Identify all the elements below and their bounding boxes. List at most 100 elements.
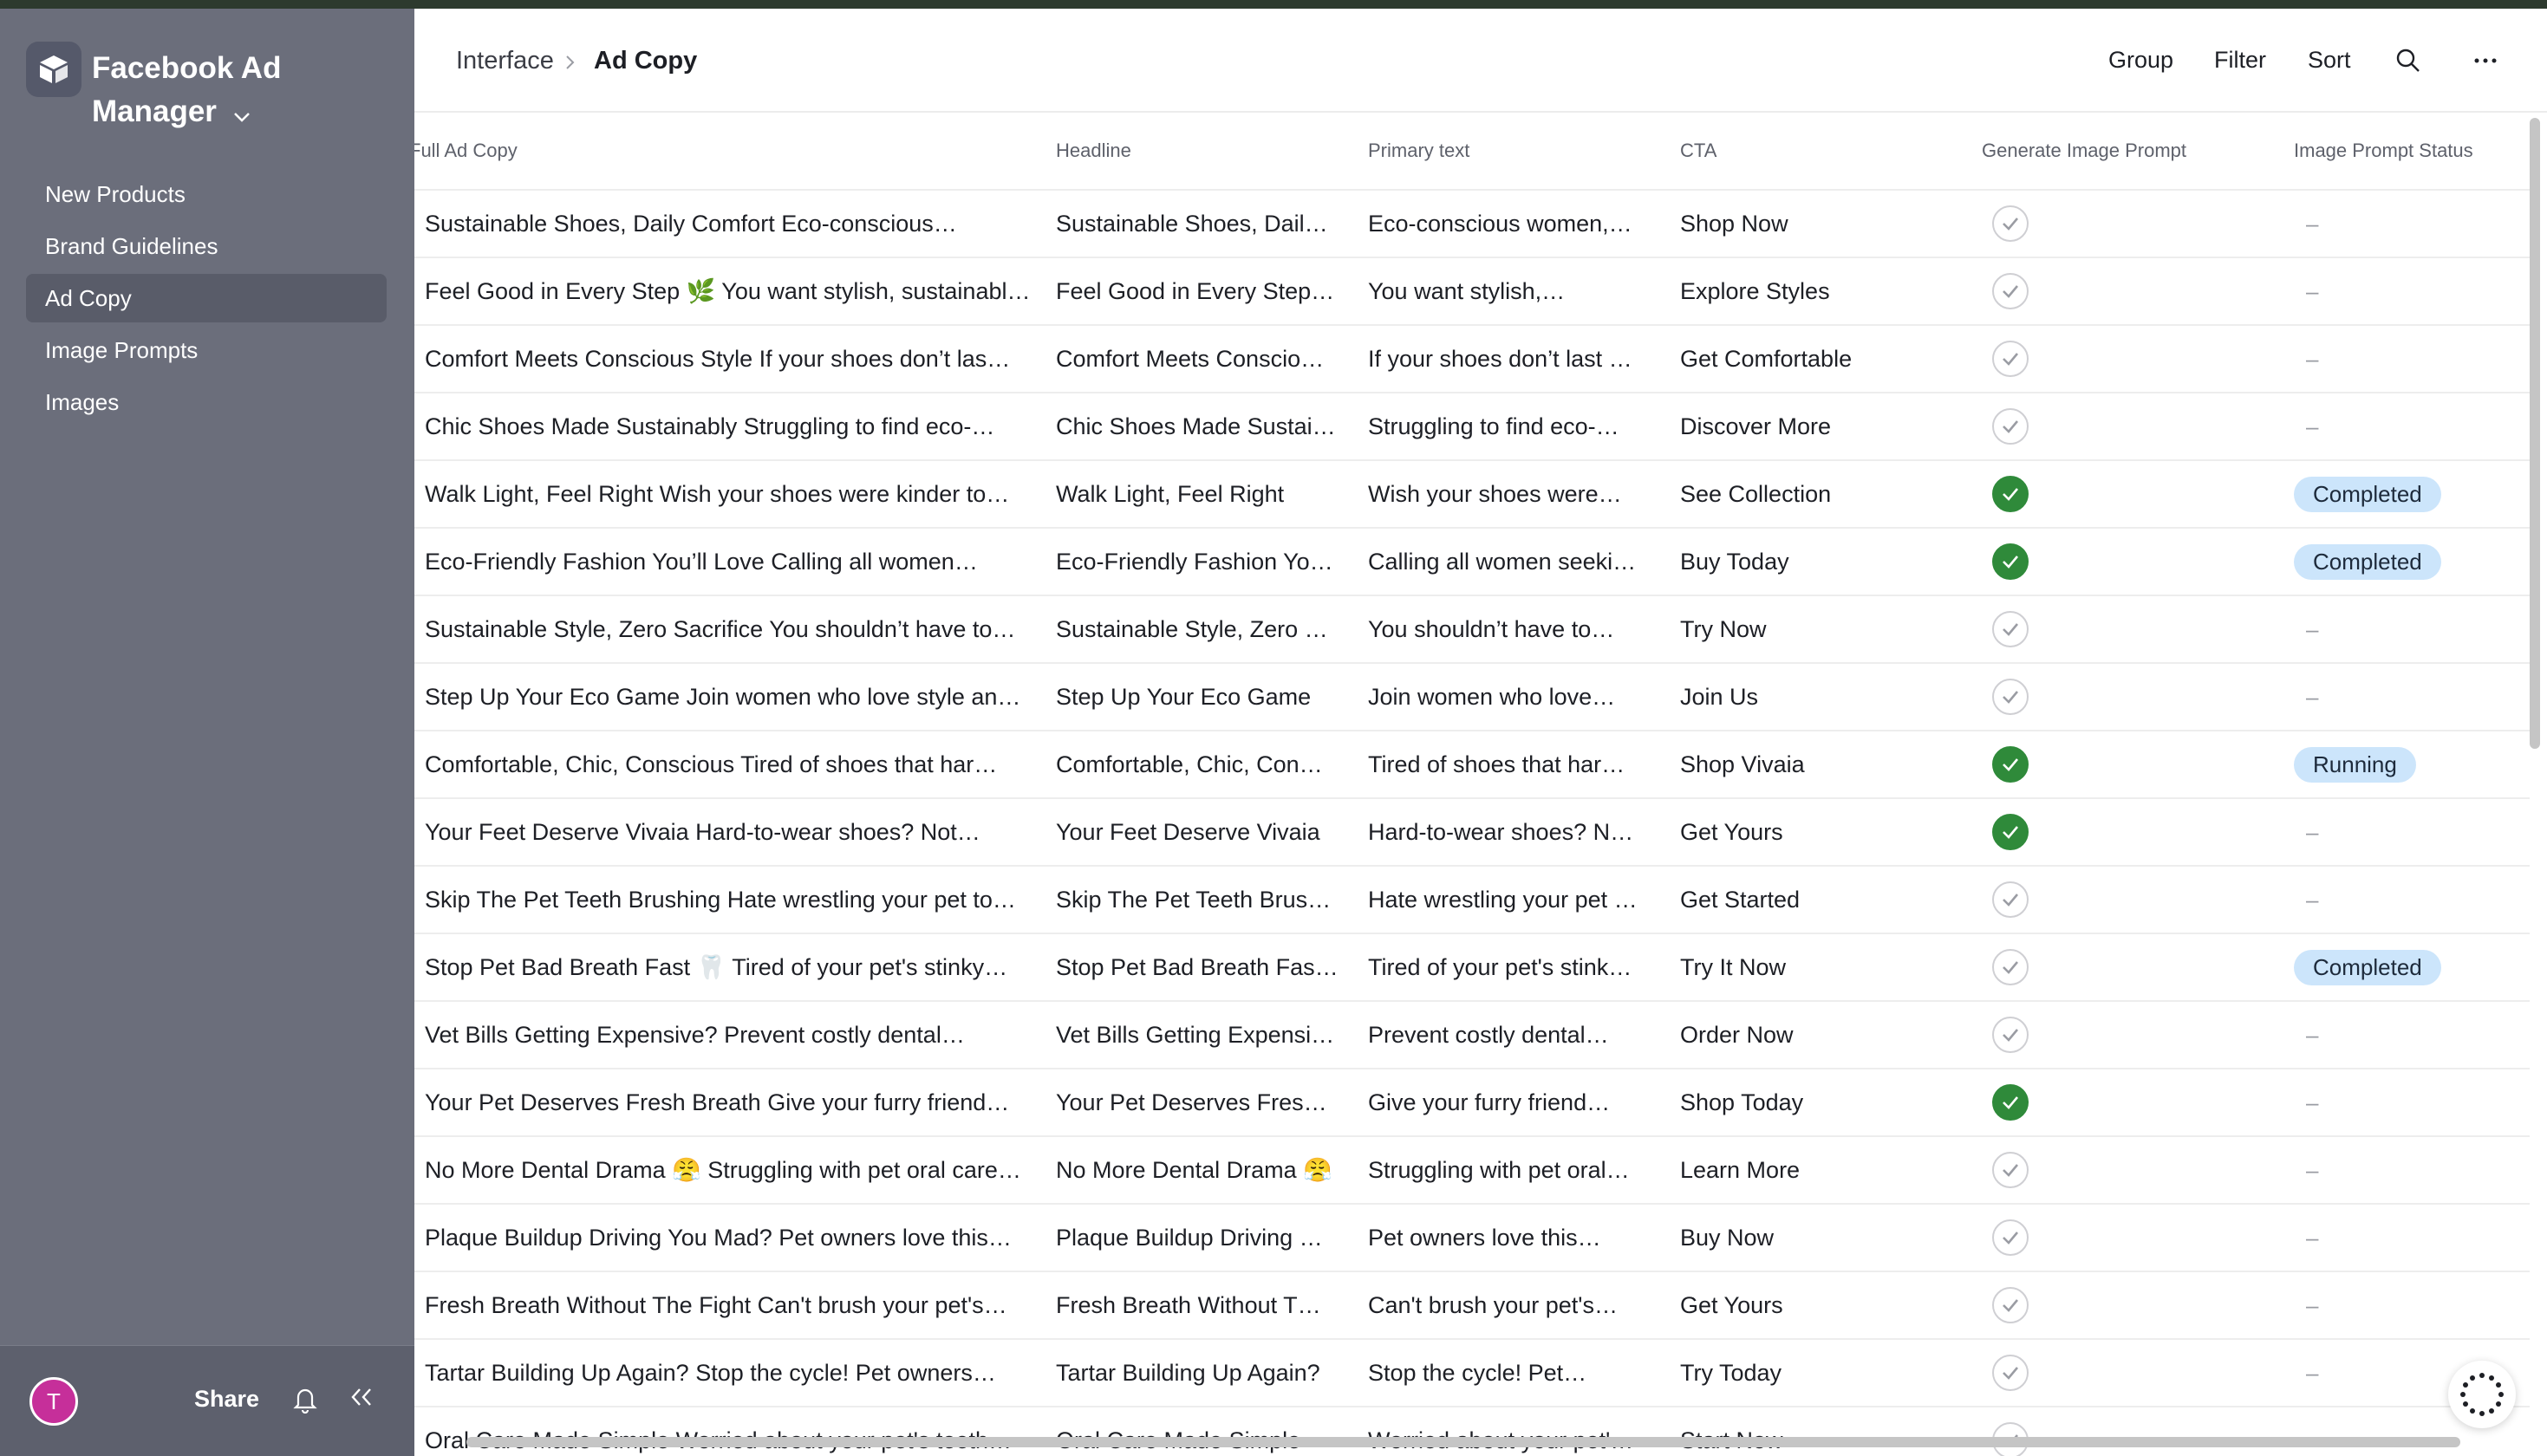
table-row[interactable]: Comfortable, Chic, Conscious Tired of sh… (414, 731, 2530, 799)
table-row[interactable]: Comfort Meets Conscious Style If your sh… (414, 326, 2530, 393)
base-logo-icon[interactable] (26, 42, 81, 97)
sort-button[interactable]: Sort (2308, 47, 2351, 74)
cell-headline[interactable]: No More Dental Drama 😤 (1056, 1137, 1356, 1203)
cell-image-prompt-status[interactable]: Completed (2294, 461, 2537, 527)
check-icon[interactable] (1992, 1017, 2029, 1053)
table-row[interactable]: Sustainable Shoes, Daily Comfort Eco-con… (414, 191, 2530, 258)
column-header-full-ad-copy[interactable]: Full Ad Copy (414, 113, 1021, 189)
cell-primary-text[interactable]: Give your furry friend… (1368, 1069, 1671, 1135)
table-row[interactable]: No More Dental Drama 😤 Struggling with p… (414, 1137, 2530, 1205)
cell-primary-text[interactable]: Hate wrestling your pet … (1368, 867, 1671, 933)
cell-image-prompt-status[interactable]: Completed (2294, 934, 2537, 1000)
cell-image-prompt-status[interactable]: – (2294, 1205, 2537, 1271)
cell-image-prompt-status[interactable]: – (2294, 1137, 2537, 1203)
check-icon[interactable] (1992, 476, 2029, 512)
cell-full-ad-copy[interactable]: Sustainable Shoes, Daily Comfort Eco-con… (425, 191, 1037, 257)
cell-full-ad-copy[interactable]: Vet Bills Getting Expensive? Prevent cos… (425, 1002, 1037, 1068)
cell-full-ad-copy[interactable]: No More Dental Drama 😤 Struggling with p… (425, 1137, 1037, 1203)
cell-full-ad-copy[interactable]: Feel Good in Every Step 🌿 You want styli… (425, 258, 1037, 324)
check-icon[interactable] (1992, 746, 2029, 783)
check-icon[interactable] (1992, 881, 2029, 918)
cell-full-ad-copy[interactable]: Chic Shoes Made Sustainably Struggling t… (425, 393, 1037, 459)
cell-full-ad-copy[interactable]: Eco-Friendly Fashion You’ll Love Calling… (425, 529, 1037, 595)
table-row[interactable]: Eco-Friendly Fashion You’ll Love Calling… (414, 529, 2530, 596)
cell-headline[interactable]: Stop Pet Bad Breath Fas… (1056, 934, 1356, 1000)
cell-image-prompt-status[interactable]: Running (2294, 731, 2537, 797)
check-icon[interactable] (1992, 205, 2029, 242)
cell-image-prompt-status[interactable]: – (2294, 191, 2537, 257)
cell-cta[interactable]: Buy Now (1680, 1205, 1957, 1271)
check-icon[interactable] (1992, 1084, 2029, 1121)
table-row[interactable]: Oral Care Made Simple Worried about your… (414, 1407, 2530, 1456)
avatar[interactable]: T (29, 1377, 78, 1426)
bell-icon[interactable] (291, 1384, 319, 1418)
check-icon[interactable] (1992, 341, 2029, 377)
cell-cta[interactable]: Order Now (1680, 1002, 1957, 1068)
check-icon[interactable] (1992, 949, 2029, 985)
table-row[interactable]: Skip The Pet Teeth Brushing Hate wrestli… (414, 867, 2530, 934)
cell-full-ad-copy[interactable]: Your Feet Deserve Vivaia Hard-to-wear sh… (425, 799, 1037, 865)
cell-full-ad-copy[interactable]: Comfort Meets Conscious Style If your sh… (425, 326, 1037, 392)
check-icon[interactable] (1992, 1152, 2029, 1188)
horizontal-scrollbar[interactable] (466, 1437, 2460, 1447)
cell-headline[interactable]: Your Pet Deserves Fres… (1056, 1069, 1356, 1135)
table-row[interactable]: Walk Light, Feel Right Wish your shoes w… (414, 461, 2530, 529)
group-button[interactable]: Group (2108, 47, 2173, 74)
column-header-image-prompt-status[interactable]: Image Prompt Status (2294, 113, 2537, 189)
collapse-icon[interactable] (347, 1384, 376, 1414)
cell-cta[interactable]: Shop Now (1680, 191, 1957, 257)
cell-headline[interactable]: Comfort Meets Conscio… (1056, 326, 1356, 392)
column-header-generate-image-prompt[interactable]: Generate Image Prompt (1982, 113, 2259, 189)
cell-full-ad-copy[interactable]: Comfortable, Chic, Conscious Tired of sh… (425, 731, 1037, 797)
table-row[interactable]: Fresh Breath Without The Fight Can't bru… (414, 1272, 2530, 1340)
cell-headline[interactable]: Skip The Pet Teeth Brus… (1056, 867, 1356, 933)
sidebar-item-ad-copy[interactable]: Ad Copy (26, 274, 387, 322)
cell-primary-text[interactable]: Calling all women seeki… (1368, 529, 1671, 595)
cell-primary-text[interactable]: Wish your shoes were… (1368, 461, 1671, 527)
cell-headline[interactable]: Sustainable Shoes, Dail… (1056, 191, 1356, 257)
cell-full-ad-copy[interactable]: Your Pet Deserves Fresh Breath Give your… (425, 1069, 1037, 1135)
cell-primary-text[interactable]: Stop the cycle! Pet… (1368, 1340, 1671, 1406)
table-row[interactable]: Stop Pet Bad Breath Fast 🦷 Tired of your… (414, 934, 2530, 1002)
cell-primary-text[interactable]: Tired of your pet's stink… (1368, 934, 1671, 1000)
more-icon[interactable] (2472, 47, 2498, 79)
table-row[interactable]: Step Up Your Eco Game Join women who lov… (414, 664, 2530, 731)
cell-cta[interactable]: See Collection (1680, 461, 1957, 527)
cell-primary-text[interactable]: Join women who love… (1368, 664, 1671, 730)
cell-primary-text[interactable]: Worried about your pet'… (1368, 1407, 1671, 1456)
cell-cta[interactable]: Try Today (1680, 1340, 1957, 1406)
cell-headline[interactable]: Sustainable Style, Zero … (1056, 596, 1356, 662)
cell-headline[interactable]: Comfortable, Chic, Con… (1056, 731, 1356, 797)
column-header-cta[interactable]: CTA (1680, 113, 1957, 189)
search-icon[interactable] (2394, 47, 2422, 79)
cell-cta[interactable]: Get Yours (1680, 799, 1957, 865)
cell-image-prompt-status[interactable]: – (2294, 258, 2537, 324)
table-row[interactable]: Tartar Building Up Again? Stop the cycle… (414, 1340, 2530, 1407)
check-icon[interactable] (1992, 1219, 2029, 1256)
cell-cta[interactable]: Explore Styles (1680, 258, 1957, 324)
cell-full-ad-copy[interactable]: Step Up Your Eco Game Join women who lov… (425, 664, 1037, 730)
cell-primary-text[interactable]: You want stylish,… (1368, 258, 1671, 324)
check-icon[interactable] (1992, 1287, 2029, 1323)
cell-headline[interactable]: Feel Good in Every Step… (1056, 258, 1356, 324)
cell-cta[interactable]: Shop Vivaia (1680, 731, 1957, 797)
cell-cta[interactable]: Get Yours (1680, 1272, 1957, 1338)
cell-cta[interactable]: Shop Today (1680, 1069, 1957, 1135)
cell-primary-text[interactable]: You shouldn’t have to… (1368, 596, 1671, 662)
cell-primary-text[interactable]: Tired of shoes that har… (1368, 731, 1671, 797)
check-icon[interactable] (1992, 543, 2029, 580)
cell-headline[interactable]: Chic Shoes Made Sustai… (1056, 393, 1356, 459)
cell-image-prompt-status[interactable]: Completed (2294, 529, 2537, 595)
cell-full-ad-copy[interactable]: Plaque Buildup Driving You Mad? Pet owne… (425, 1205, 1037, 1271)
cell-image-prompt-status[interactable]: – (2294, 1002, 2537, 1068)
check-icon[interactable] (1992, 611, 2029, 647)
check-icon[interactable] (1992, 273, 2029, 309)
cell-cta[interactable]: Buy Today (1680, 529, 1957, 595)
cell-full-ad-copy[interactable]: Walk Light, Feel Right Wish your shoes w… (425, 461, 1037, 527)
cell-cta[interactable]: Try It Now (1680, 934, 1957, 1000)
cell-primary-text[interactable]: Hard-to-wear shoes? N… (1368, 799, 1671, 865)
cell-cta[interactable]: Discover More (1680, 393, 1957, 459)
table-row[interactable]: Your Feet Deserve Vivaia Hard-to-wear sh… (414, 799, 2530, 867)
check-icon[interactable] (1992, 408, 2029, 445)
cell-primary-text[interactable]: Prevent costly dental… (1368, 1002, 1671, 1068)
